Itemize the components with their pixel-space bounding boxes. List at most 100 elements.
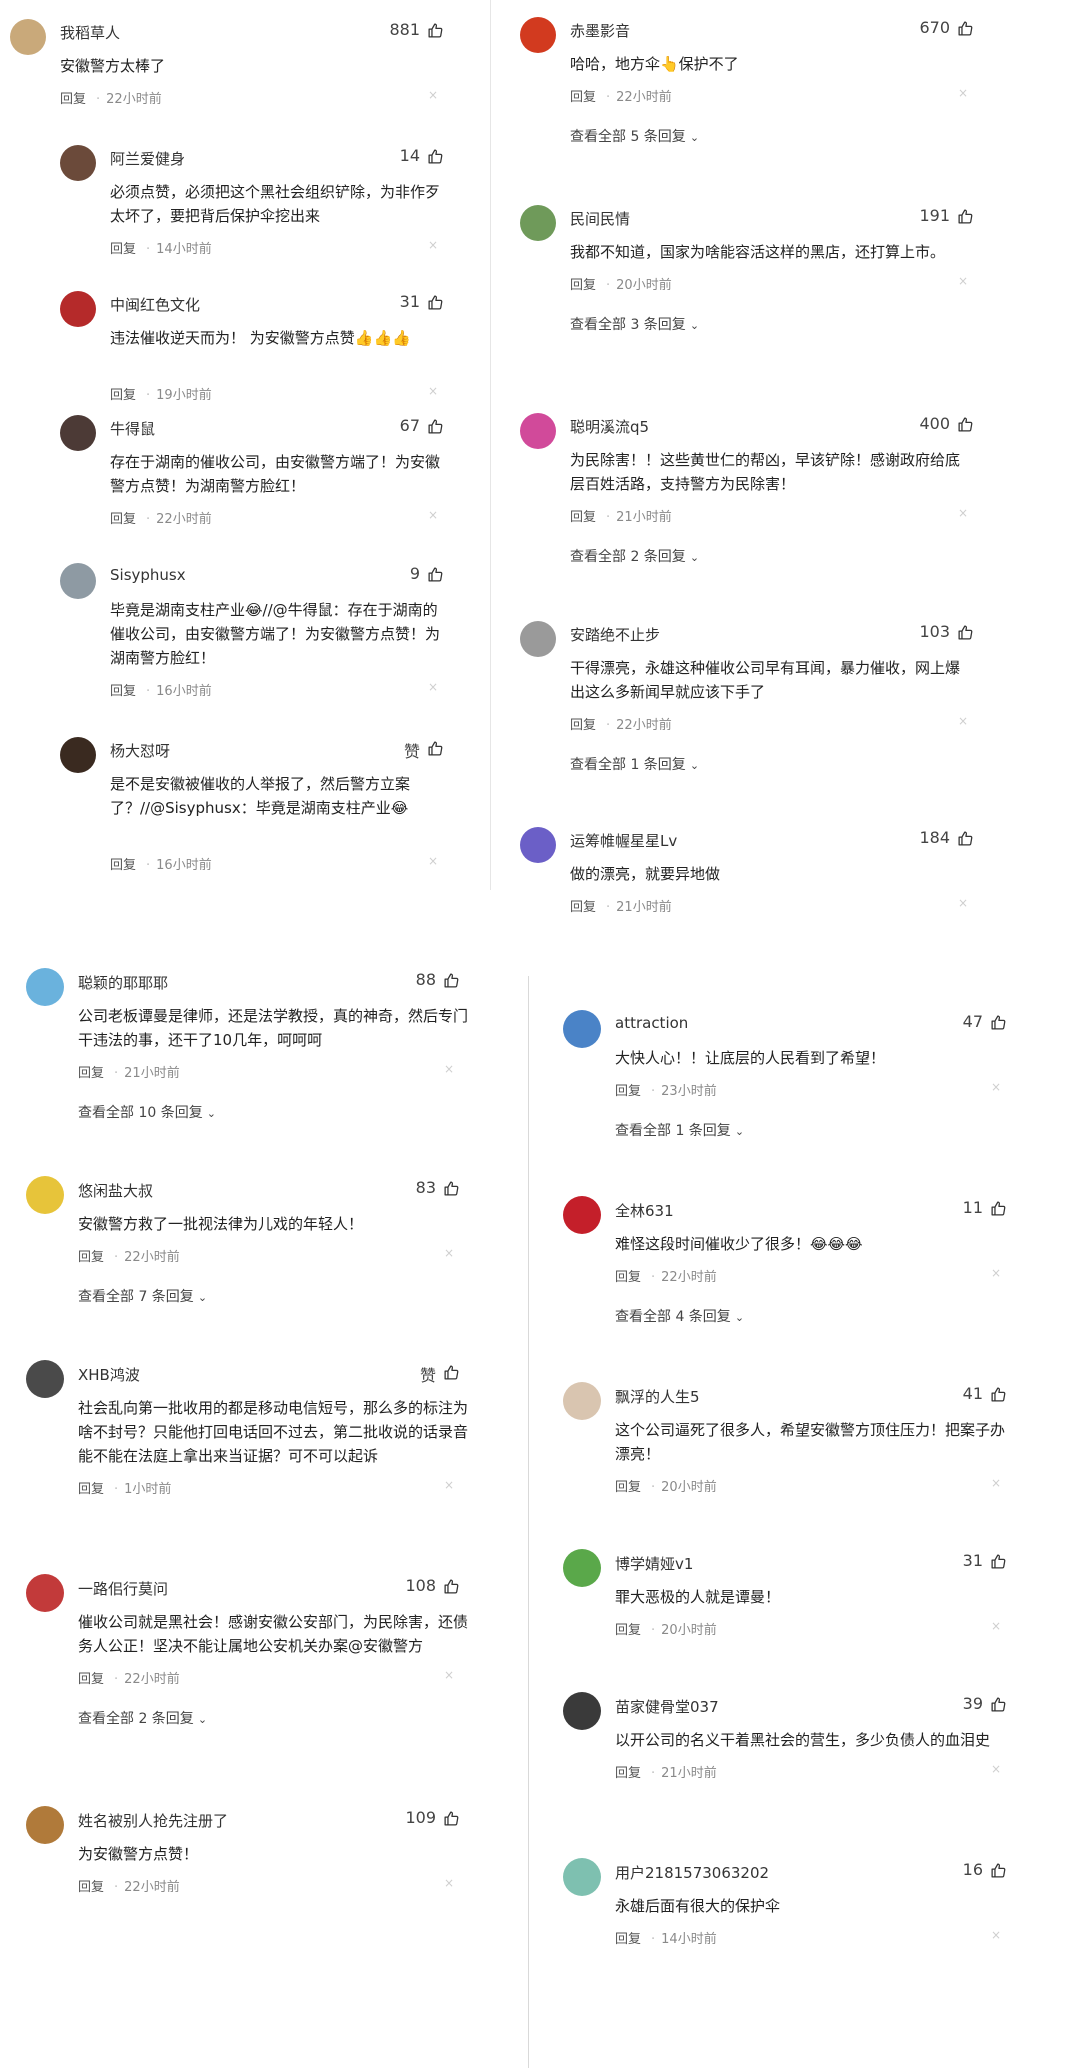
thumbs-up-icon[interactable] <box>990 1553 1007 1570</box>
avatar[interactable] <box>10 19 46 55</box>
username[interactable]: 聪明溪流q5 <box>570 416 649 437</box>
avatar[interactable] <box>26 968 64 1006</box>
username[interactable]: 苗家健骨堂037 <box>615 1696 719 1717</box>
username[interactable]: 姓名被别人抢先注册了 <box>78 1810 228 1831</box>
close-icon[interactable]: × <box>444 1246 454 1260</box>
thumbs-up-icon[interactable] <box>957 624 974 641</box>
view-all-replies-button[interactable]: 查看全部 1 条回复 ⌄ <box>570 754 699 774</box>
thumbs-up-icon[interactable] <box>957 416 974 433</box>
thumbs-up-icon[interactable] <box>443 1810 460 1827</box>
close-icon[interactable]: × <box>428 384 438 398</box>
avatar[interactable] <box>60 563 96 599</box>
reply-button[interactable]: 回复 <box>110 684 136 699</box>
close-icon[interactable]: × <box>991 1080 1001 1094</box>
reply-button[interactable]: 回复 <box>570 510 596 525</box>
thumbs-up-icon[interactable] <box>427 418 444 435</box>
thumbs-up-icon[interactable] <box>427 566 444 583</box>
close-icon[interactable]: × <box>444 1668 454 1682</box>
view-all-replies-button[interactable]: 查看全部 10 条回复 ⌄ <box>78 1102 216 1122</box>
username[interactable]: 飘浮的人生5 <box>615 1386 700 1407</box>
view-all-replies-button[interactable]: 查看全部 1 条回复 ⌄ <box>615 1120 744 1140</box>
username[interactable]: 安踏绝不止步 <box>570 624 660 645</box>
close-icon[interactable]: × <box>428 508 438 522</box>
avatar[interactable] <box>520 827 556 863</box>
avatar[interactable] <box>26 1574 64 1612</box>
close-icon[interactable]: × <box>444 1876 454 1890</box>
close-icon[interactable]: × <box>991 1928 1001 1942</box>
username[interactable]: 赤墨影音 <box>570 20 630 41</box>
thumbs-up-icon[interactable] <box>990 1862 1007 1879</box>
username[interactable]: attraction <box>615 1014 688 1032</box>
username[interactable]: XHB鸿波 <box>78 1364 140 1385</box>
close-icon[interactable]: × <box>444 1478 454 1492</box>
reply-button[interactable]: 回复 <box>78 1250 104 1265</box>
reply-button[interactable]: 回复 <box>78 1880 104 1895</box>
reply-button[interactable]: 回复 <box>78 1066 104 1081</box>
thumbs-up-icon[interactable] <box>990 1014 1007 1031</box>
reply-button[interactable]: 回复 <box>110 858 136 873</box>
close-icon[interactable]: × <box>428 238 438 252</box>
avatar[interactable] <box>60 737 96 773</box>
avatar[interactable] <box>26 1360 64 1398</box>
username[interactable]: 民间民情 <box>570 208 630 229</box>
username[interactable]: 我稻草人 <box>60 22 120 43</box>
avatar[interactable] <box>26 1176 64 1214</box>
thumbs-up-icon[interactable] <box>990 1696 1007 1713</box>
thumbs-up-icon[interactable] <box>443 1578 460 1595</box>
avatar[interactable] <box>520 621 556 657</box>
username[interactable]: 悠闲盐大叔 <box>78 1180 153 1201</box>
thumbs-up-icon[interactable] <box>957 830 974 847</box>
thumbs-up-icon[interactable] <box>990 1200 1007 1217</box>
reply-button[interactable]: 回复 <box>110 388 136 403</box>
avatar[interactable] <box>563 1549 601 1587</box>
avatar[interactable] <box>563 1858 601 1896</box>
avatar[interactable] <box>520 17 556 53</box>
view-all-replies-button[interactable]: 查看全部 4 条回复 ⌄ <box>615 1306 744 1326</box>
close-icon[interactable]: × <box>991 1266 1001 1280</box>
username[interactable]: 用户2181573063202 <box>615 1862 769 1883</box>
username[interactable]: 中闽红色文化 <box>110 294 200 315</box>
avatar[interactable] <box>520 413 556 449</box>
avatar[interactable] <box>26 1806 64 1844</box>
reply-button[interactable]: 回复 <box>570 900 596 915</box>
thumbs-up-icon[interactable] <box>427 148 444 165</box>
username[interactable]: 牛得鼠 <box>110 418 155 439</box>
username[interactable]: Sisyphusx <box>110 566 186 584</box>
close-icon[interactable]: × <box>991 1476 1001 1490</box>
reply-button[interactable]: 回复 <box>78 1482 104 1497</box>
view-all-replies-button[interactable]: 查看全部 3 条回复 ⌄ <box>570 314 699 334</box>
view-all-replies-button[interactable]: 查看全部 5 条回复 ⌄ <box>570 126 699 146</box>
reply-button[interactable]: 回复 <box>78 1672 104 1687</box>
username[interactable]: 博学婧娅v1 <box>615 1553 693 1574</box>
close-icon[interactable]: × <box>958 714 968 728</box>
view-all-replies-button[interactable]: 查看全部 7 条回复 ⌄ <box>78 1286 207 1306</box>
close-icon[interactable]: × <box>958 506 968 520</box>
avatar[interactable] <box>60 415 96 451</box>
avatar[interactable] <box>60 145 96 181</box>
username[interactable]: 运筹帷幄星星Lv <box>570 830 677 851</box>
reply-button[interactable]: 回复 <box>615 1270 641 1285</box>
thumbs-up-icon[interactable] <box>427 22 444 39</box>
reply-button[interactable]: 回复 <box>615 1480 641 1495</box>
thumbs-up-icon[interactable] <box>427 294 444 311</box>
close-icon[interactable]: × <box>958 896 968 910</box>
reply-button[interactable]: 回复 <box>570 278 596 293</box>
thumbs-up-icon[interactable] <box>957 208 974 225</box>
avatar[interactable] <box>563 1196 601 1234</box>
reply-button[interactable]: 回复 <box>615 1623 641 1638</box>
thumbs-up-icon[interactable] <box>990 1386 1007 1403</box>
username[interactable]: 一路佀行莫问 <box>78 1578 168 1599</box>
avatar[interactable] <box>563 1692 601 1730</box>
avatar[interactable] <box>563 1010 601 1048</box>
close-icon[interactable]: × <box>428 88 438 102</box>
thumbs-up-icon[interactable] <box>443 1180 460 1197</box>
close-icon[interactable]: × <box>444 1062 454 1076</box>
reply-button[interactable]: 回复 <box>615 1766 641 1781</box>
reply-button[interactable]: 回复 <box>110 512 136 527</box>
close-icon[interactable]: × <box>958 86 968 100</box>
close-icon[interactable]: × <box>991 1619 1001 1633</box>
avatar[interactable] <box>563 1382 601 1420</box>
view-all-replies-button[interactable]: 查看全部 2 条回复 ⌄ <box>78 1708 207 1728</box>
username[interactable]: 聪颖的耶耶耶 <box>78 972 168 993</box>
username[interactable]: 全林631 <box>615 1200 674 1221</box>
